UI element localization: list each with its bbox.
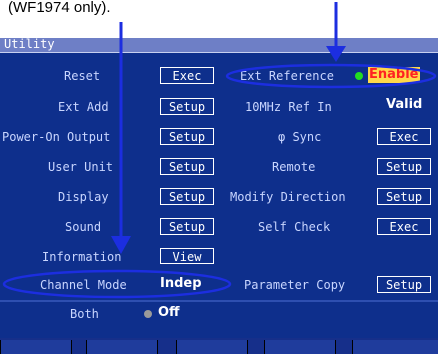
channel-mode-highlight-ellipse (2, 269, 232, 299)
ext-reference-arrow-head (326, 46, 346, 62)
ext-reference-highlight-ellipse (225, 63, 437, 89)
channel-mode-arrow-head (111, 236, 131, 254)
callout-overlay (2, 2, 437, 299)
